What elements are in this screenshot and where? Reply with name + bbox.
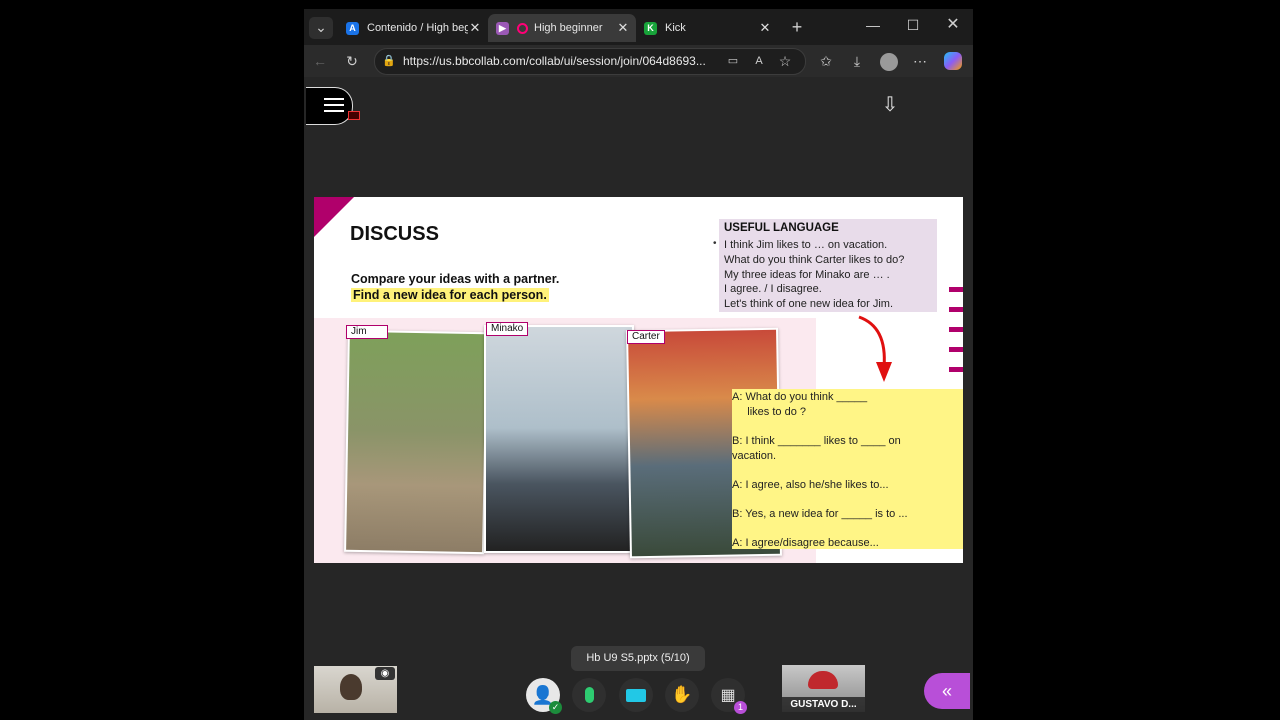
note-line: A: I agree, also he/she likes to... — [732, 479, 889, 491]
photo-minako — [484, 325, 634, 553]
slide-instruction-highlight: Find a new idea for each person. — [351, 288, 549, 302]
menu-icon — [324, 98, 344, 112]
red-cap-silhouette — [808, 671, 838, 689]
back-icon[interactable]: ← — [310, 51, 330, 71]
profile-avatar[interactable] — [880, 53, 898, 71]
address-bar: ← ↻ 🔒 https://us.bbcollab.com/collab/ui/… — [304, 45, 973, 77]
read-aloud-icon[interactable]: A — [751, 51, 767, 71]
useful-language-line: I agree. / I disagree. — [724, 283, 822, 295]
video-favicon-icon: ▶ — [496, 21, 509, 35]
camera-icon — [626, 688, 646, 702]
useful-language-title: USEFUL LANGUAGE — [724, 222, 839, 234]
useful-language-box: USEFUL LANGUAGE I think Jim likes to … o… — [719, 219, 937, 312]
url-field[interactable]: 🔒 https://us.bbcollab.com/collab/ui/sess… — [374, 48, 806, 75]
slide-instruction: Compare your ideas with a partner. — [351, 272, 560, 286]
raise-hand-button[interactable]: ✋ — [665, 678, 699, 712]
reload-icon[interactable]: ↻ — [342, 51, 362, 71]
camera-button[interactable] — [619, 678, 653, 712]
recording-icon — [517, 22, 528, 34]
useful-language-line: My three ideas for Minako are … . — [724, 269, 890, 281]
maximize-icon[interactable]: ☐ — [902, 15, 924, 35]
kick-favicon-icon: K — [644, 21, 657, 35]
person-silhouette — [340, 674, 362, 700]
sticky-note: A: What do you think _____ likes to do ?… — [732, 389, 963, 549]
minimize-icon[interactable]: — — [862, 15, 884, 35]
eye-icon[interactable]: ◉ — [375, 667, 395, 680]
tab-high-beginner[interactable]: ▶ High beginner ✕ — [488, 14, 636, 42]
name-tag-carter: Carter — [627, 330, 665, 344]
participant-name: GUSTAVO D... — [782, 697, 865, 712]
favorites-icon[interactable]: ✩ — [816, 51, 836, 71]
tab-title: Contenido / High beginner — [367, 22, 468, 34]
browser-window: ⌄ A Contenido / High beginner ✕ ▶ High b… — [304, 9, 973, 720]
camera-blocked-icon[interactable]: ▭ — [725, 51, 741, 71]
download-icon[interactable]: ⇩ — [878, 95, 902, 119]
useful-language-line: What do you think Carter likes to do? — [724, 254, 905, 266]
lock-icon: 🔒 — [382, 55, 396, 67]
bullet-icon: • — [713, 238, 717, 249]
tab-contenido[interactable]: A Contenido / High beginner ✕ — [338, 14, 488, 42]
tab-list-icon[interactable]: ⌄ — [309, 17, 333, 39]
note-line: B: Yes, a new idea for _____ is to ... — [732, 508, 908, 520]
slide-title: DISCUSS — [350, 223, 439, 245]
microphone-button[interactable] — [572, 678, 606, 712]
presentation-slide: DISCUSS Compare your ideas with a partne… — [314, 197, 963, 563]
useful-language-line: Let's think of one new idea for Jim. — [724, 298, 894, 310]
recording-indicator-icon — [348, 111, 360, 120]
self-video-tile[interactable]: ◉ — [314, 666, 397, 713]
share-icon: ▦ — [720, 687, 736, 704]
collab-content: ⇩ DISCUSS Compare your ideas with a part… — [304, 77, 973, 720]
close-tab-icon[interactable]: ✕ — [616, 20, 630, 36]
copilot-icon[interactable] — [944, 52, 962, 70]
tab-title: High beginner — [534, 22, 603, 34]
open-panel-button[interactable]: « — [924, 673, 970, 709]
hand-icon: ✋ — [671, 685, 693, 704]
tab-kick[interactable]: K Kick ✕ — [636, 14, 778, 42]
close-tab-icon[interactable]: ✕ — [758, 20, 772, 36]
url-text: https://us.bbcollab.com/collab/ui/sessio… — [403, 54, 706, 68]
tab-strip: ⌄ A Contenido / High beginner ✕ ▶ High b… — [304, 9, 973, 45]
photo-jim — [344, 329, 488, 555]
check-badge-icon: ✓ — [549, 701, 562, 714]
name-tag-minako: Minako — [486, 322, 529, 336]
note-line: likes to do ? — [732, 406, 806, 418]
share-content-button[interactable]: ▦ 1 — [711, 678, 747, 714]
slide-corner-accent — [314, 197, 354, 237]
microphone-icon — [584, 687, 594, 703]
more-menu-icon[interactable]: ⋯ — [910, 51, 930, 71]
note-line: A: I agree/disagree because... — [732, 537, 879, 549]
status-avatar-button[interactable]: 👤 ✓ — [526, 678, 562, 714]
useful-language-line: I think Jim likes to … on vacation. — [724, 239, 888, 251]
slide-edge-stripes — [949, 287, 963, 387]
file-page-label: Hb U9 S5.pptx (5/10) — [571, 646, 705, 671]
favorite-star-icon[interactable]: ☆ — [777, 51, 793, 71]
tab-title: Kick — [665, 22, 686, 34]
close-window-icon[interactable]: ✕ — [942, 15, 964, 35]
app-favicon-icon: A — [346, 21, 359, 35]
notification-badge: 1 — [734, 701, 747, 714]
red-arrow-annotation — [858, 315, 892, 382]
new-tab-icon[interactable]: + — [786, 17, 808, 37]
note-line: B: I think _______ likes to ____ on — [732, 435, 901, 447]
double-chevron-left-icon: « — [941, 681, 952, 701]
hamburger-menu-button[interactable] — [306, 87, 360, 125]
name-tag-jim: Jim — [346, 325, 388, 339]
note-line: vacation. — [732, 450, 777, 462]
note-line: A: What do you think _____ — [732, 391, 868, 403]
close-tab-icon[interactable]: ✕ — [468, 20, 482, 36]
downloads-icon[interactable]: ⤓ — [847, 51, 867, 71]
participant-video-tile[interactable]: GUSTAVO D... — [782, 665, 865, 712]
